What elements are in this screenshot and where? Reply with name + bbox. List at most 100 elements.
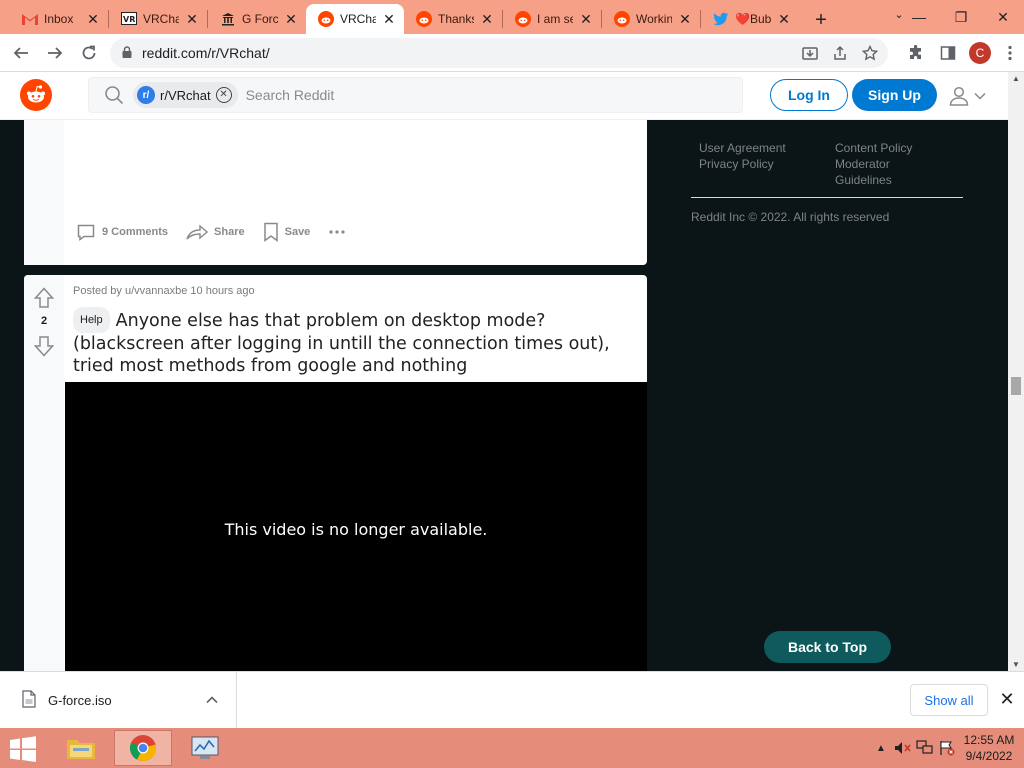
close-tab-icon[interactable]: ✕ <box>86 12 100 26</box>
search-input[interactable] <box>245 87 646 103</box>
address-bar[interactable]: reddit.com/r/VRchat/ <box>110 38 888 68</box>
chrome-taskbar-button[interactable] <box>114 730 172 766</box>
reload-button[interactable] <box>74 38 104 68</box>
close-tab-icon[interactable]: ✕ <box>777 12 791 26</box>
sign-up-button[interactable]: Sign Up <box>852 79 937 111</box>
bank-icon <box>220 11 236 27</box>
post-actions: 9 Comments Share Save <box>76 222 346 242</box>
control-panel-taskbar-button[interactable] <box>176 730 234 766</box>
scrollbar-thumb[interactable] <box>1011 377 1021 395</box>
vote-column <box>24 120 64 265</box>
reddit-logo-icon[interactable] <box>20 79 52 111</box>
svg-text:VR: VR <box>123 15 135 24</box>
browser-toolbar: reddit.com/r/VRchat/ C <box>0 34 1024 72</box>
close-tab-icon[interactable]: ✕ <box>678 12 692 26</box>
close-window-button[interactable]: ✕ <box>982 0 1024 34</box>
windows-taskbar: ▲ 12:55 AM 9/4/2022 <box>0 728 1024 768</box>
restore-button[interactable]: ❐ <box>940 0 982 34</box>
sidebar-footer: User Agreement Privacy Policy Content Po… <box>691 140 963 224</box>
tab-i-am-se[interactable]: I am se ✕ <box>503 4 601 34</box>
tab-g-force[interactable]: G Force ✕ <box>208 4 306 34</box>
tab-title: ❤️Bub <box>735 12 771 26</box>
scroll-up-icon[interactable]: ▲ <box>1012 74 1020 83</box>
volume-muted-icon[interactable] <box>892 728 914 768</box>
moderator-guidelines-link[interactable]: Moderator <box>835 156 971 172</box>
comment-icon <box>77 224 95 241</box>
gmail-icon <box>22 11 38 27</box>
new-tab-button[interactable]: + <box>807 6 835 34</box>
chrome-menu-icon[interactable] <box>996 38 1024 68</box>
share-icon[interactable] <box>832 45 848 64</box>
tab-thanks[interactable]: Thanks ✕ <box>404 4 502 34</box>
back-button[interactable] <box>6 38 36 68</box>
page-scrollbar[interactable]: ▲ ▼ <box>1008 72 1024 671</box>
tab-bub[interactable]: ❤️Bub ✕ <box>701 4 799 34</box>
privacy-policy-link[interactable]: Privacy Policy <box>699 156 835 172</box>
save-button[interactable]: Save <box>263 222 310 242</box>
tab-inbox[interactable]: Inbox ✕ <box>10 4 108 34</box>
bookmark-star-icon[interactable] <box>861 44 879 64</box>
scroll-down-icon[interactable]: ▼ <box>1012 660 1020 669</box>
close-tab-icon[interactable]: ✕ <box>382 12 396 26</box>
show-all-button[interactable]: Show all <box>910 684 988 716</box>
action-center-flag-icon[interactable] <box>936 728 958 768</box>
user-menu-button[interactable] <box>948 82 990 110</box>
forward-button[interactable] <box>40 38 70 68</box>
tab-vrchat-reddit[interactable]: VRChat ✕ <box>306 4 404 34</box>
taskbar-clock[interactable]: 12:55 AM 9/4/2022 <box>958 732 1020 764</box>
post-card[interactable]: 2 Posted by u/vvannaxbe 10 hours ago Hel… <box>24 275 647 671</box>
reddit-feed: 9 Comments Share Save 2 Posted by u/vvan… <box>0 120 1008 671</box>
post-card[interactable]: 9 Comments Share Save <box>24 120 647 265</box>
copyright-text: Reddit Inc © 2022. All rights reserved <box>691 210 890 224</box>
post-title-text: Anyone else has that problem on desktop … <box>73 311 610 376</box>
profile-button[interactable]: C <box>964 38 996 68</box>
browser-tab-strip: Inbox ✕ VR VRChat ✕ G Force ✕ VRChat ✕ T… <box>0 0 1024 34</box>
side-panel-icon[interactable] <box>932 38 964 68</box>
video-player[interactable]: This video is no longer available. <box>65 382 647 671</box>
extensions-icon[interactable] <box>900 38 932 68</box>
search-bar[interactable]: r/ r/VRchat ✕ <box>88 77 743 113</box>
install-app-icon[interactable] <box>802 45 818 64</box>
close-download-bar-icon[interactable]: ✕ <box>998 690 1016 708</box>
post-meta[interactable]: Posted by u/vvannaxbe 10 hours ago <box>73 285 255 297</box>
twitter-icon <box>713 11 729 27</box>
start-button[interactable] <box>8 736 38 762</box>
moderator-guidelines-link-line2[interactable]: Guidelines <box>835 172 971 188</box>
window-controls: — ❐ ✕ <box>898 0 1024 34</box>
url-text: reddit.com/r/VRchat/ <box>142 45 270 61</box>
lock-icon[interactable] <box>122 45 132 61</box>
close-tab-icon[interactable]: ✕ <box>480 12 494 26</box>
subreddit-search-chip[interactable]: r/ r/VRchat ✕ <box>133 82 238 108</box>
chip-label: r/VRchat <box>160 87 211 103</box>
tab-vrchat[interactable]: VR VRChat ✕ <box>109 4 207 34</box>
post-title[interactable]: Help Anyone else has that problem on desk… <box>73 307 638 377</box>
user-agreement-link[interactable]: User Agreement <box>699 140 835 156</box>
comments-label: 9 Comments <box>102 226 169 238</box>
comments-button[interactable]: 9 Comments <box>76 222 168 242</box>
chevron-down-icon <box>974 92 986 100</box>
flair-badge[interactable]: Help <box>73 307 110 333</box>
downvote-icon[interactable] <box>33 335 55 360</box>
back-to-top-button[interactable]: Back to Top <box>764 631 891 663</box>
upvote-icon[interactable] <box>33 287 55 312</box>
close-tab-icon[interactable]: ✕ <box>185 12 199 26</box>
download-item[interactable]: G-force.iso <box>0 672 237 728</box>
share-button[interactable]: Share <box>186 223 245 241</box>
show-hidden-icons-icon[interactable]: ▲ <box>870 728 892 768</box>
remove-chip-icon[interactable]: ✕ <box>215 87 232 103</box>
more-options-button[interactable] <box>328 229 346 235</box>
close-tab-icon[interactable]: ✕ <box>579 12 593 26</box>
log-in-button[interactable]: Log In <box>770 79 848 111</box>
network-icon[interactable] <box>914 728 936 768</box>
chevron-up-icon[interactable] <box>206 692 218 707</box>
tab-working[interactable]: Working ✕ <box>602 4 700 34</box>
close-tab-icon[interactable]: ✕ <box>284 12 298 26</box>
content-policy-link[interactable]: Content Policy <box>835 140 971 156</box>
arrow-right-icon <box>48 46 63 59</box>
arrow-left-icon <box>13 46 28 59</box>
minimize-button[interactable]: — <box>898 0 940 34</box>
avatar: C <box>969 42 991 64</box>
bookmark-icon <box>263 222 278 242</box>
file-explorer-taskbar-button[interactable] <box>52 730 110 766</box>
vote-count: 2 <box>40 315 48 327</box>
